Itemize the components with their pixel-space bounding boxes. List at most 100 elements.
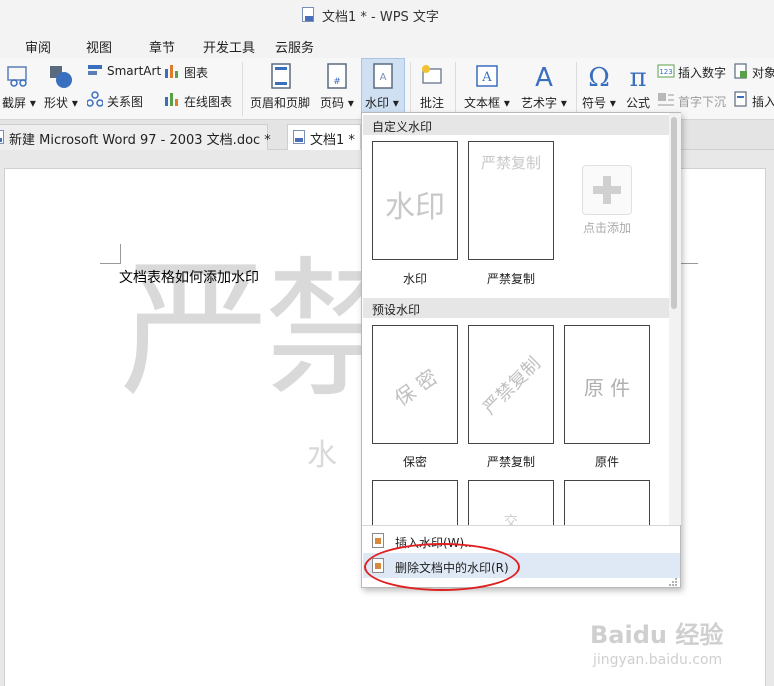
- object-button[interactable]: 对象: [752, 64, 774, 81]
- preset-watermark-header: 预设水印: [363, 298, 669, 318]
- document-tab-label: 新建 Microsoft Word 97 - 2003 文档.doc *: [9, 133, 271, 148]
- window-title: 文档1 * - WPS 文字: [322, 10, 439, 25]
- symbol-button[interactable]: 符号 ▾: [582, 94, 616, 111]
- baidu-jingyan-logo: Baidu 经验: [590, 621, 724, 649]
- custom-watermark-thumb[interactable]: 严禁复制: [468, 141, 554, 260]
- custom-watermark-thumb[interactable]: 水印: [372, 141, 458, 260]
- formula-button[interactable]: 公式: [626, 94, 650, 111]
- symbol-label: 符号: [582, 96, 607, 110]
- svg-text:A: A: [535, 63, 553, 90]
- shapes-button[interactable]: 形状 ▾: [44, 94, 78, 111]
- wps-doc-icon: [293, 130, 305, 144]
- ribbon-divider: [576, 62, 577, 116]
- add-watermark-button[interactable]: [582, 165, 632, 215]
- preset-watermark-thumb[interactable]: 交: [468, 480, 554, 525]
- ribbon-divider: [410, 62, 411, 116]
- insert-number-button[interactable]: 插入数字: [678, 64, 726, 81]
- scissors-icon: [7, 66, 27, 87]
- relation-chart-icon: [87, 91, 103, 107]
- comment-button[interactable]: 批注: [420, 94, 444, 111]
- insert-button[interactable]: 插入: [752, 93, 774, 110]
- shapes-icon: [50, 66, 72, 88]
- thumb-caption: 严禁复制: [486, 455, 535, 469]
- ribbon: 截屏 ▾ 形状 ▾ SmartArt 关系图 图表 在线图表 页眉和页脚 # 页…: [0, 58, 774, 120]
- ribbon-divider: [455, 62, 456, 116]
- comment-icon: [422, 65, 442, 84]
- thumb-caption: 水印: [402, 272, 427, 286]
- wordart-button[interactable]: 艺术字 ▾: [521, 94, 567, 111]
- smartart-button[interactable]: SmartArt: [107, 64, 161, 78]
- screenshot-button[interactable]: 截屏 ▾: [2, 94, 36, 111]
- wordart-icon: A: [535, 63, 553, 90]
- object-icon: [734, 63, 747, 79]
- tab-developer[interactable]: 开发工具: [203, 37, 255, 56]
- dropdown-scrollbar-thumb[interactable]: [671, 117, 677, 309]
- shapes-label: 形状: [44, 96, 69, 110]
- document-tab-label: 文档1 *: [310, 133, 355, 148]
- chart-button[interactable]: 图表: [184, 64, 208, 81]
- add-watermark-label: 点击添加: [582, 221, 631, 235]
- thumb-caption: 严禁复制: [486, 272, 535, 286]
- smartart-icon: [88, 65, 102, 75]
- document-body-text[interactable]: 文档表格如何添加水印: [119, 267, 259, 287]
- dropdown-divider: [362, 525, 680, 526]
- watermark-small-text: 水: [307, 438, 337, 473]
- thumb-watermark-text: 保 密: [389, 364, 442, 411]
- header-footer-icon: [271, 63, 291, 89]
- watermark-icon: A: [373, 63, 393, 89]
- svg-text:123: 123: [659, 68, 672, 76]
- textbox-label: 文本框: [464, 96, 501, 110]
- page-number-label: 页码: [320, 96, 345, 110]
- online-chart-button[interactable]: 在线图表: [184, 93, 232, 110]
- svg-text:A: A: [380, 72, 387, 83]
- watermark-label: 水印 ▾: [365, 96, 399, 110]
- relation-chart-button[interactable]: 关系图: [107, 93, 143, 110]
- page-number-icon: #: [327, 63, 347, 89]
- header-footer-button[interactable]: 页眉和页脚: [250, 94, 310, 111]
- svg-text:π: π: [629, 63, 646, 90]
- svg-text:A: A: [481, 70, 492, 85]
- wps-doc-icon: [0, 130, 4, 144]
- thumb-watermark-text: 严禁复制: [479, 353, 545, 419]
- tab-cloud[interactable]: 云服务: [275, 37, 314, 56]
- thumb-watermark-text: 原 件: [583, 376, 631, 400]
- plus-icon: [593, 176, 621, 204]
- preset-watermark-thumb[interactable]: 保 密: [372, 325, 458, 444]
- watermark-label-text: 水印: [365, 96, 390, 110]
- preset-watermark-thumb[interactable]: 原 件: [564, 325, 650, 444]
- preset-watermark-thumb[interactable]: [564, 480, 650, 525]
- resize-grip-icon[interactable]: [668, 577, 678, 587]
- dropcap-button[interactable]: 首字下沉: [678, 93, 726, 110]
- tab-review[interactable]: 审阅: [25, 37, 51, 56]
- bar-chart-icon: [165, 65, 178, 78]
- thumb-watermark-text: 严禁复制: [480, 154, 541, 172]
- watermark-button[interactable]: A 水印 ▾: [361, 58, 405, 120]
- preset-watermark-thumb[interactable]: 严禁复制: [468, 325, 554, 444]
- dropcap-icon: [658, 93, 674, 106]
- document-tab-doc1[interactable]: 文档1 *: [287, 124, 361, 150]
- textbox-icon: A: [476, 65, 498, 87]
- tab-view[interactable]: 视图: [86, 37, 112, 56]
- insert-number-icon: 123: [657, 64, 675, 78]
- textbox-button[interactable]: 文本框 ▾: [464, 94, 510, 111]
- thumb-watermark-text: 交: [504, 514, 518, 525]
- insert-file-icon: [734, 91, 747, 107]
- insert-watermark-icon: [372, 533, 384, 548]
- page-number-button[interactable]: 页码 ▾: [320, 94, 354, 111]
- svg-text:#: #: [333, 77, 341, 87]
- watermark-dropdown: 自定义水印 水印 水印 严禁复制 严禁复制 点击添加 预设水印 保 密 保密 严…: [361, 112, 681, 588]
- pi-formula-icon: π: [629, 63, 646, 90]
- document-tab-new-doc[interactable]: 新建 Microsoft Word 97 - 2003 文档.doc *: [0, 124, 271, 150]
- crop-mark: [100, 263, 121, 264]
- online-chart-icon: [165, 93, 178, 106]
- wps-doc-icon: [302, 7, 314, 22]
- svg-text:Ω: Ω: [588, 63, 610, 90]
- preset-watermark-thumb[interactable]: [372, 480, 458, 525]
- thumb-watermark-text: 水印: [385, 190, 445, 225]
- thumb-caption: 原件: [594, 455, 619, 469]
- tab-section[interactable]: 章节: [149, 37, 175, 56]
- ribbon-divider: [242, 62, 243, 116]
- screenshot-label: 截屏: [2, 96, 27, 110]
- thumb-caption: 保密: [402, 455, 427, 469]
- annotation-ellipse: [364, 543, 520, 591]
